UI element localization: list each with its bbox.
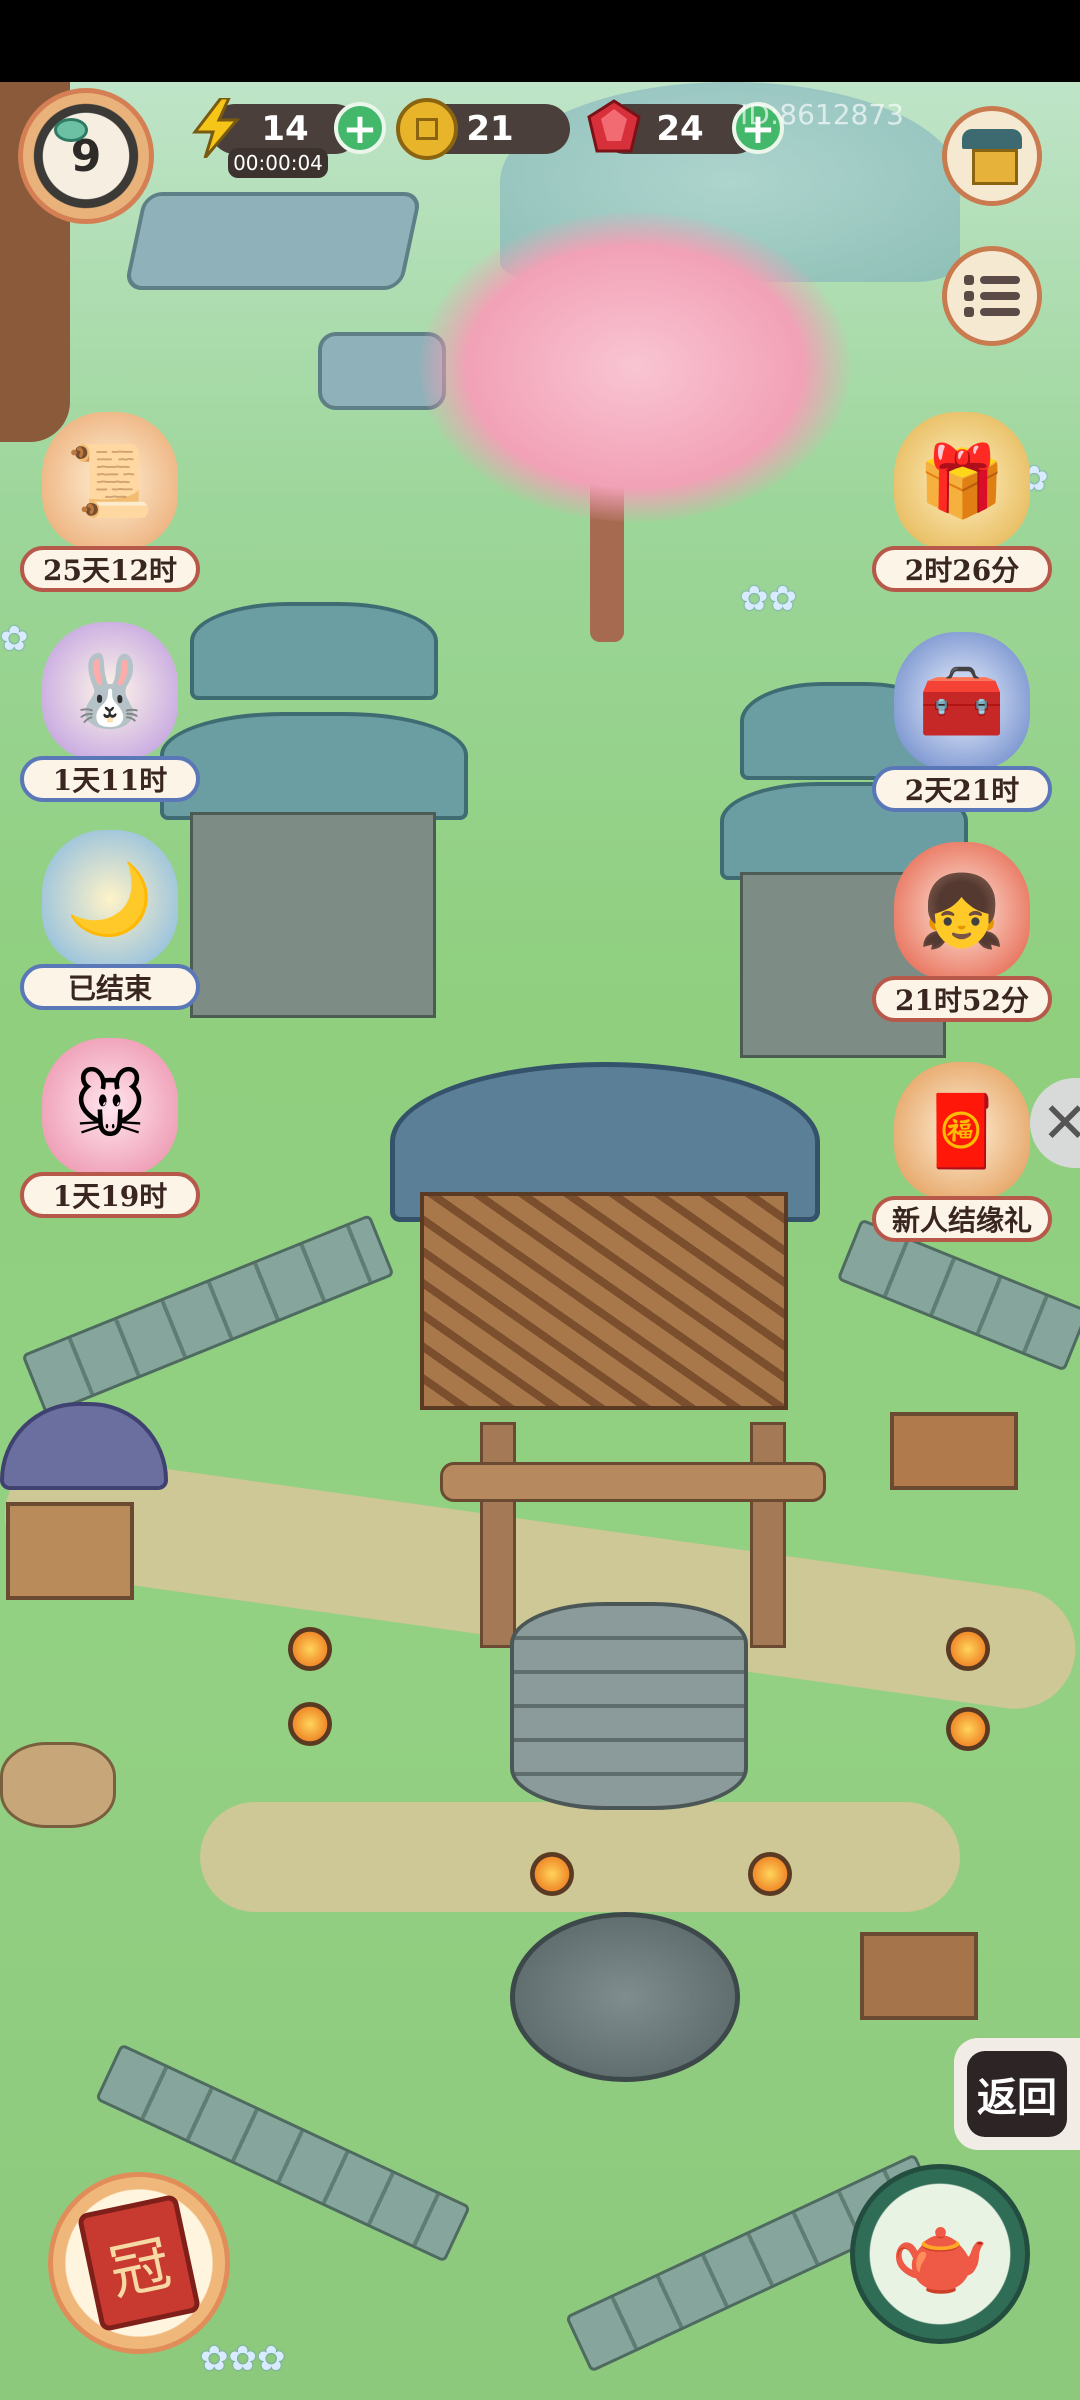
torch xyxy=(946,1707,990,1751)
red-gem-icon xyxy=(584,98,644,158)
flower-decor: ✿✿✿ xyxy=(200,2339,286,2379)
user-id: ID:8612873 xyxy=(740,98,904,131)
event-timer-label: 新人结缘礼 xyxy=(872,1196,1052,1242)
event-newcomer-gift[interactable]: 🧧 新人结缘礼 xyxy=(872,1062,1052,1252)
shop-button[interactable] xyxy=(942,106,1042,206)
golden-box-icon: 🎁 xyxy=(894,412,1030,550)
event-timer-label: 2时26分 xyxy=(872,546,1052,592)
rabbit-lantern-icon: 🐰 xyxy=(42,622,178,760)
newcomer-gift-icon: 🧧 xyxy=(894,1062,1030,1200)
gem-value: 24 xyxy=(656,109,704,149)
event-moon-rabbit[interactable]: 🌙 已结束 xyxy=(20,830,200,1020)
treasure-chest-icon: 🧰 xyxy=(894,632,1030,770)
maiden-icon: 👧 xyxy=(894,842,1030,980)
back-button[interactable]: 返回 xyxy=(954,2038,1080,2150)
mouse-gift-icon: 🐭 xyxy=(42,1038,178,1176)
torch xyxy=(530,1852,574,1896)
book-icon: 冠 xyxy=(76,2193,202,2333)
energy-value: 14 xyxy=(261,109,309,149)
umbrella xyxy=(0,1402,168,1490)
wooden-chest xyxy=(860,1932,978,2020)
event-timer-label: 已结束 xyxy=(20,964,200,1010)
torch xyxy=(748,1852,792,1896)
event-golden-box[interactable]: 🎁 2时26分 xyxy=(872,412,1052,602)
wooden-crate xyxy=(6,1502,134,1600)
stone-wall xyxy=(21,1213,395,1417)
coin-icon xyxy=(396,98,458,160)
status-bar xyxy=(0,0,1080,82)
event-timer-label: 21时52分 xyxy=(872,976,1052,1022)
grain-sacks xyxy=(0,1742,116,1828)
millstone[interactable] xyxy=(510,1912,740,2082)
pavilion-icon xyxy=(962,129,1022,185)
add-energy-button[interactable]: + xyxy=(334,102,386,154)
event-timer-label: 2天21时 xyxy=(872,766,1052,812)
torch xyxy=(288,1627,332,1671)
event-timer-label: 25天12时 xyxy=(20,546,200,592)
player-level-badge[interactable]: 9 xyxy=(18,88,154,224)
energy-timer: 00:00:04 xyxy=(228,148,328,178)
leaf-icon xyxy=(54,118,88,142)
moon-rabbit-icon: 🌙 xyxy=(42,830,178,968)
event-mouse-gift[interactable]: 🐭 1天19时 xyxy=(20,1038,200,1228)
back-button-label: 返回 xyxy=(967,2051,1067,2137)
event-rabbit-lantern[interactable]: 🐰 1天11时 xyxy=(20,622,200,812)
event-timer-label: 1天19时 xyxy=(20,1172,200,1218)
wooden-table xyxy=(890,1412,1018,1490)
teapot-icon: 🫖 xyxy=(890,2207,990,2300)
scroll-icon: 📜 xyxy=(42,412,178,550)
flat-stone xyxy=(123,192,423,290)
list-menu-icon xyxy=(964,275,1020,317)
event-maiden[interactable]: 👧 21时52分 xyxy=(872,842,1052,1032)
ruined-hut[interactable] xyxy=(390,1062,820,1442)
torch xyxy=(946,1627,990,1671)
flower-decor: ✿✿ xyxy=(740,579,797,619)
event-treasure-chest[interactable]: 🧰 2天21时 xyxy=(872,632,1052,822)
torch xyxy=(288,1702,332,1746)
handbook-button[interactable]: 冠 xyxy=(48,2172,230,2354)
menu-button[interactable] xyxy=(942,246,1042,346)
cherry-blossom-canopy xyxy=(420,212,850,522)
event-scroll[interactable]: 📜 25天12时 xyxy=(20,412,200,602)
teapot-button[interactable]: 🫖 xyxy=(850,2164,1030,2344)
stone-well[interactable] xyxy=(440,1422,826,1842)
coin-value: 21 xyxy=(466,109,514,149)
event-timer-label: 1天11时 xyxy=(20,756,200,802)
